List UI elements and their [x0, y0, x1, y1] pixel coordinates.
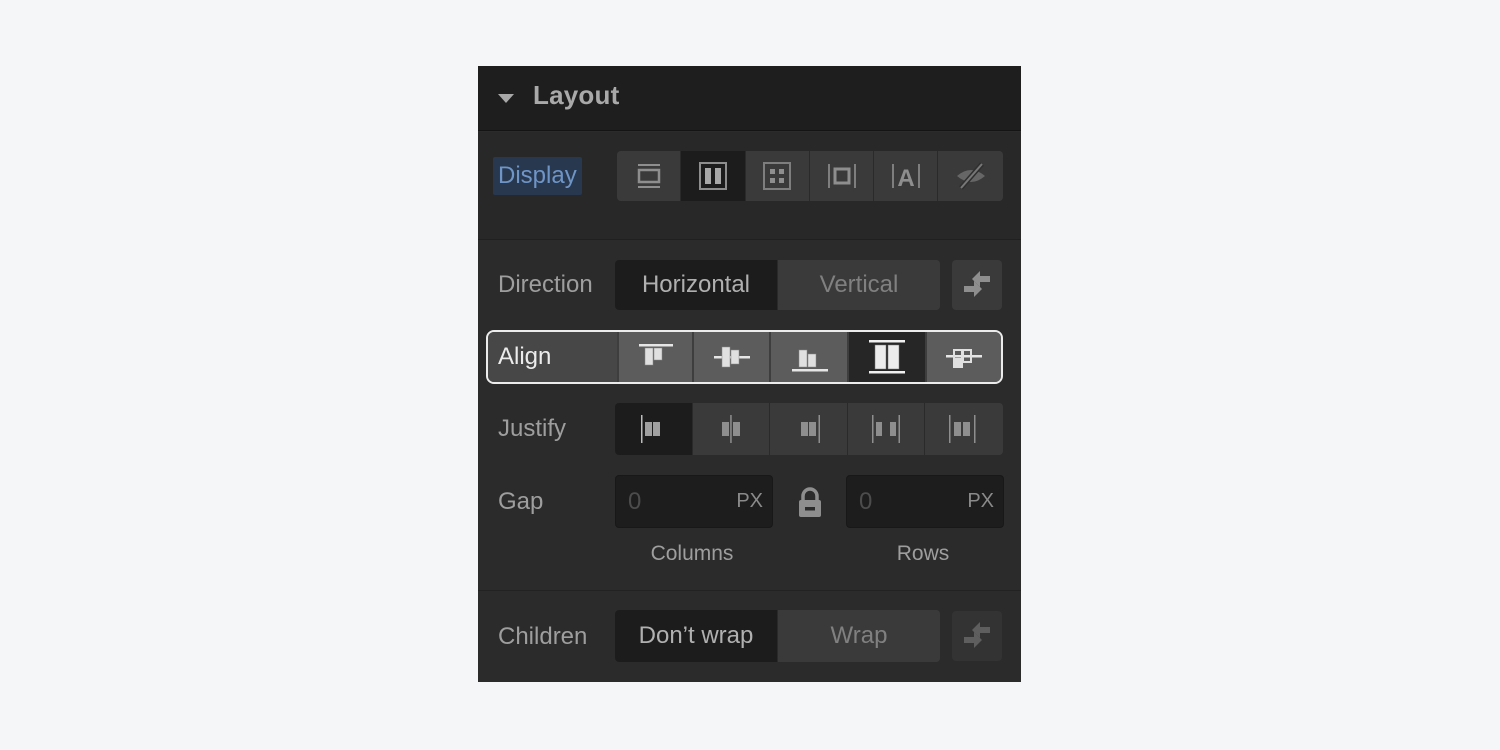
lock-icon	[799, 487, 821, 517]
reverse-arrows-icon	[964, 622, 990, 648]
justify-center-icon	[721, 415, 740, 443]
display-segmented-control: A	[617, 151, 1003, 201]
display-block-icon	[637, 164, 660, 188]
align-end-button[interactable]	[769, 332, 848, 382]
justify-start-icon	[641, 415, 661, 443]
display-grid-icon	[763, 162, 792, 190]
gap-columns-unit[interactable]: PX	[736, 490, 763, 513]
align-start-button[interactable]	[616, 332, 692, 382]
align-center-button[interactable]	[691, 332, 770, 382]
gap-lock-button[interactable]	[795, 486, 825, 525]
gap-label: Gap	[498, 488, 544, 515]
display-none-icon	[956, 162, 985, 190]
justify-space-between-button[interactable]	[847, 403, 926, 455]
direction-vertical-button[interactable]: Vertical	[778, 260, 940, 310]
justify-center-button[interactable]	[692, 403, 771, 455]
align-end-icon	[792, 349, 829, 372]
display-inline-icon: A	[891, 164, 920, 192]
display-inline-button[interactable]: A	[874, 151, 939, 201]
align-center-icon	[713, 346, 750, 368]
align-baseline-button[interactable]	[925, 332, 1001, 382]
display-block-button[interactable]	[617, 151, 682, 201]
display-none-button[interactable]	[938, 151, 1003, 201]
display-label[interactable]: Display	[493, 157, 582, 195]
justify-space-around-button[interactable]	[925, 403, 1003, 455]
wrap-reverse-button[interactable]	[952, 611, 1002, 661]
align-control: Align	[486, 330, 1003, 384]
justify-segmented-control	[615, 403, 1003, 455]
svg-text:A: A	[897, 165, 914, 192]
gap-rows-caption: Rows	[896, 542, 950, 565]
gap-rows-input[interactable]: 0 PX	[846, 475, 1004, 528]
gap-columns-caption: Columns	[650, 542, 734, 565]
justify-label: Justify	[498, 415, 567, 442]
children-wrap-segmented-control: Don’t wrap Wrap	[615, 610, 940, 662]
align-label: Align	[488, 332, 617, 382]
display-flex-button[interactable]	[681, 151, 746, 201]
justify-space-around-icon	[949, 415, 976, 443]
align-start-icon	[639, 344, 674, 366]
align-stretch-icon	[869, 340, 906, 374]
wrap-button[interactable]: Wrap	[778, 610, 940, 662]
display-inline-block-icon	[827, 164, 856, 188]
gap-rows-value: 0	[859, 488, 873, 515]
caret-down-icon[interactable]	[498, 94, 514, 103]
align-baseline-icon	[946, 349, 983, 368]
display-flex-icon	[698, 162, 727, 190]
layout-panel-header[interactable]: Layout	[478, 66, 1021, 131]
gap-columns-value: 0	[628, 488, 642, 515]
direction-horizontal-button[interactable]: Horizontal	[615, 260, 778, 310]
gap-rows-unit[interactable]: PX	[967, 490, 994, 513]
direction-segmented-control: Horizontal Vertical	[615, 260, 940, 310]
panel-title: Layout	[533, 80, 620, 110]
children-label: Children	[498, 623, 588, 650]
direction-label: Direction	[498, 271, 593, 298]
reverse-arrows-icon	[964, 271, 990, 297]
dont-wrap-button[interactable]: Don’t wrap	[615, 610, 778, 662]
justify-end-button[interactable]	[770, 403, 848, 455]
display-inline-block-button[interactable]	[809, 151, 875, 201]
align-stretch-button[interactable]	[847, 332, 926, 382]
gap-columns-input[interactable]: 0 PX	[615, 475, 773, 528]
justify-end-icon	[801, 415, 821, 443]
justify-start-button[interactable]	[615, 403, 693, 455]
layout-panel: Layout Display A Direction Horizontal Ve…	[478, 66, 1021, 682]
display-grid-button[interactable]	[745, 151, 810, 201]
justify-space-between-icon	[872, 415, 901, 443]
direction-reverse-button[interactable]	[952, 260, 1002, 310]
